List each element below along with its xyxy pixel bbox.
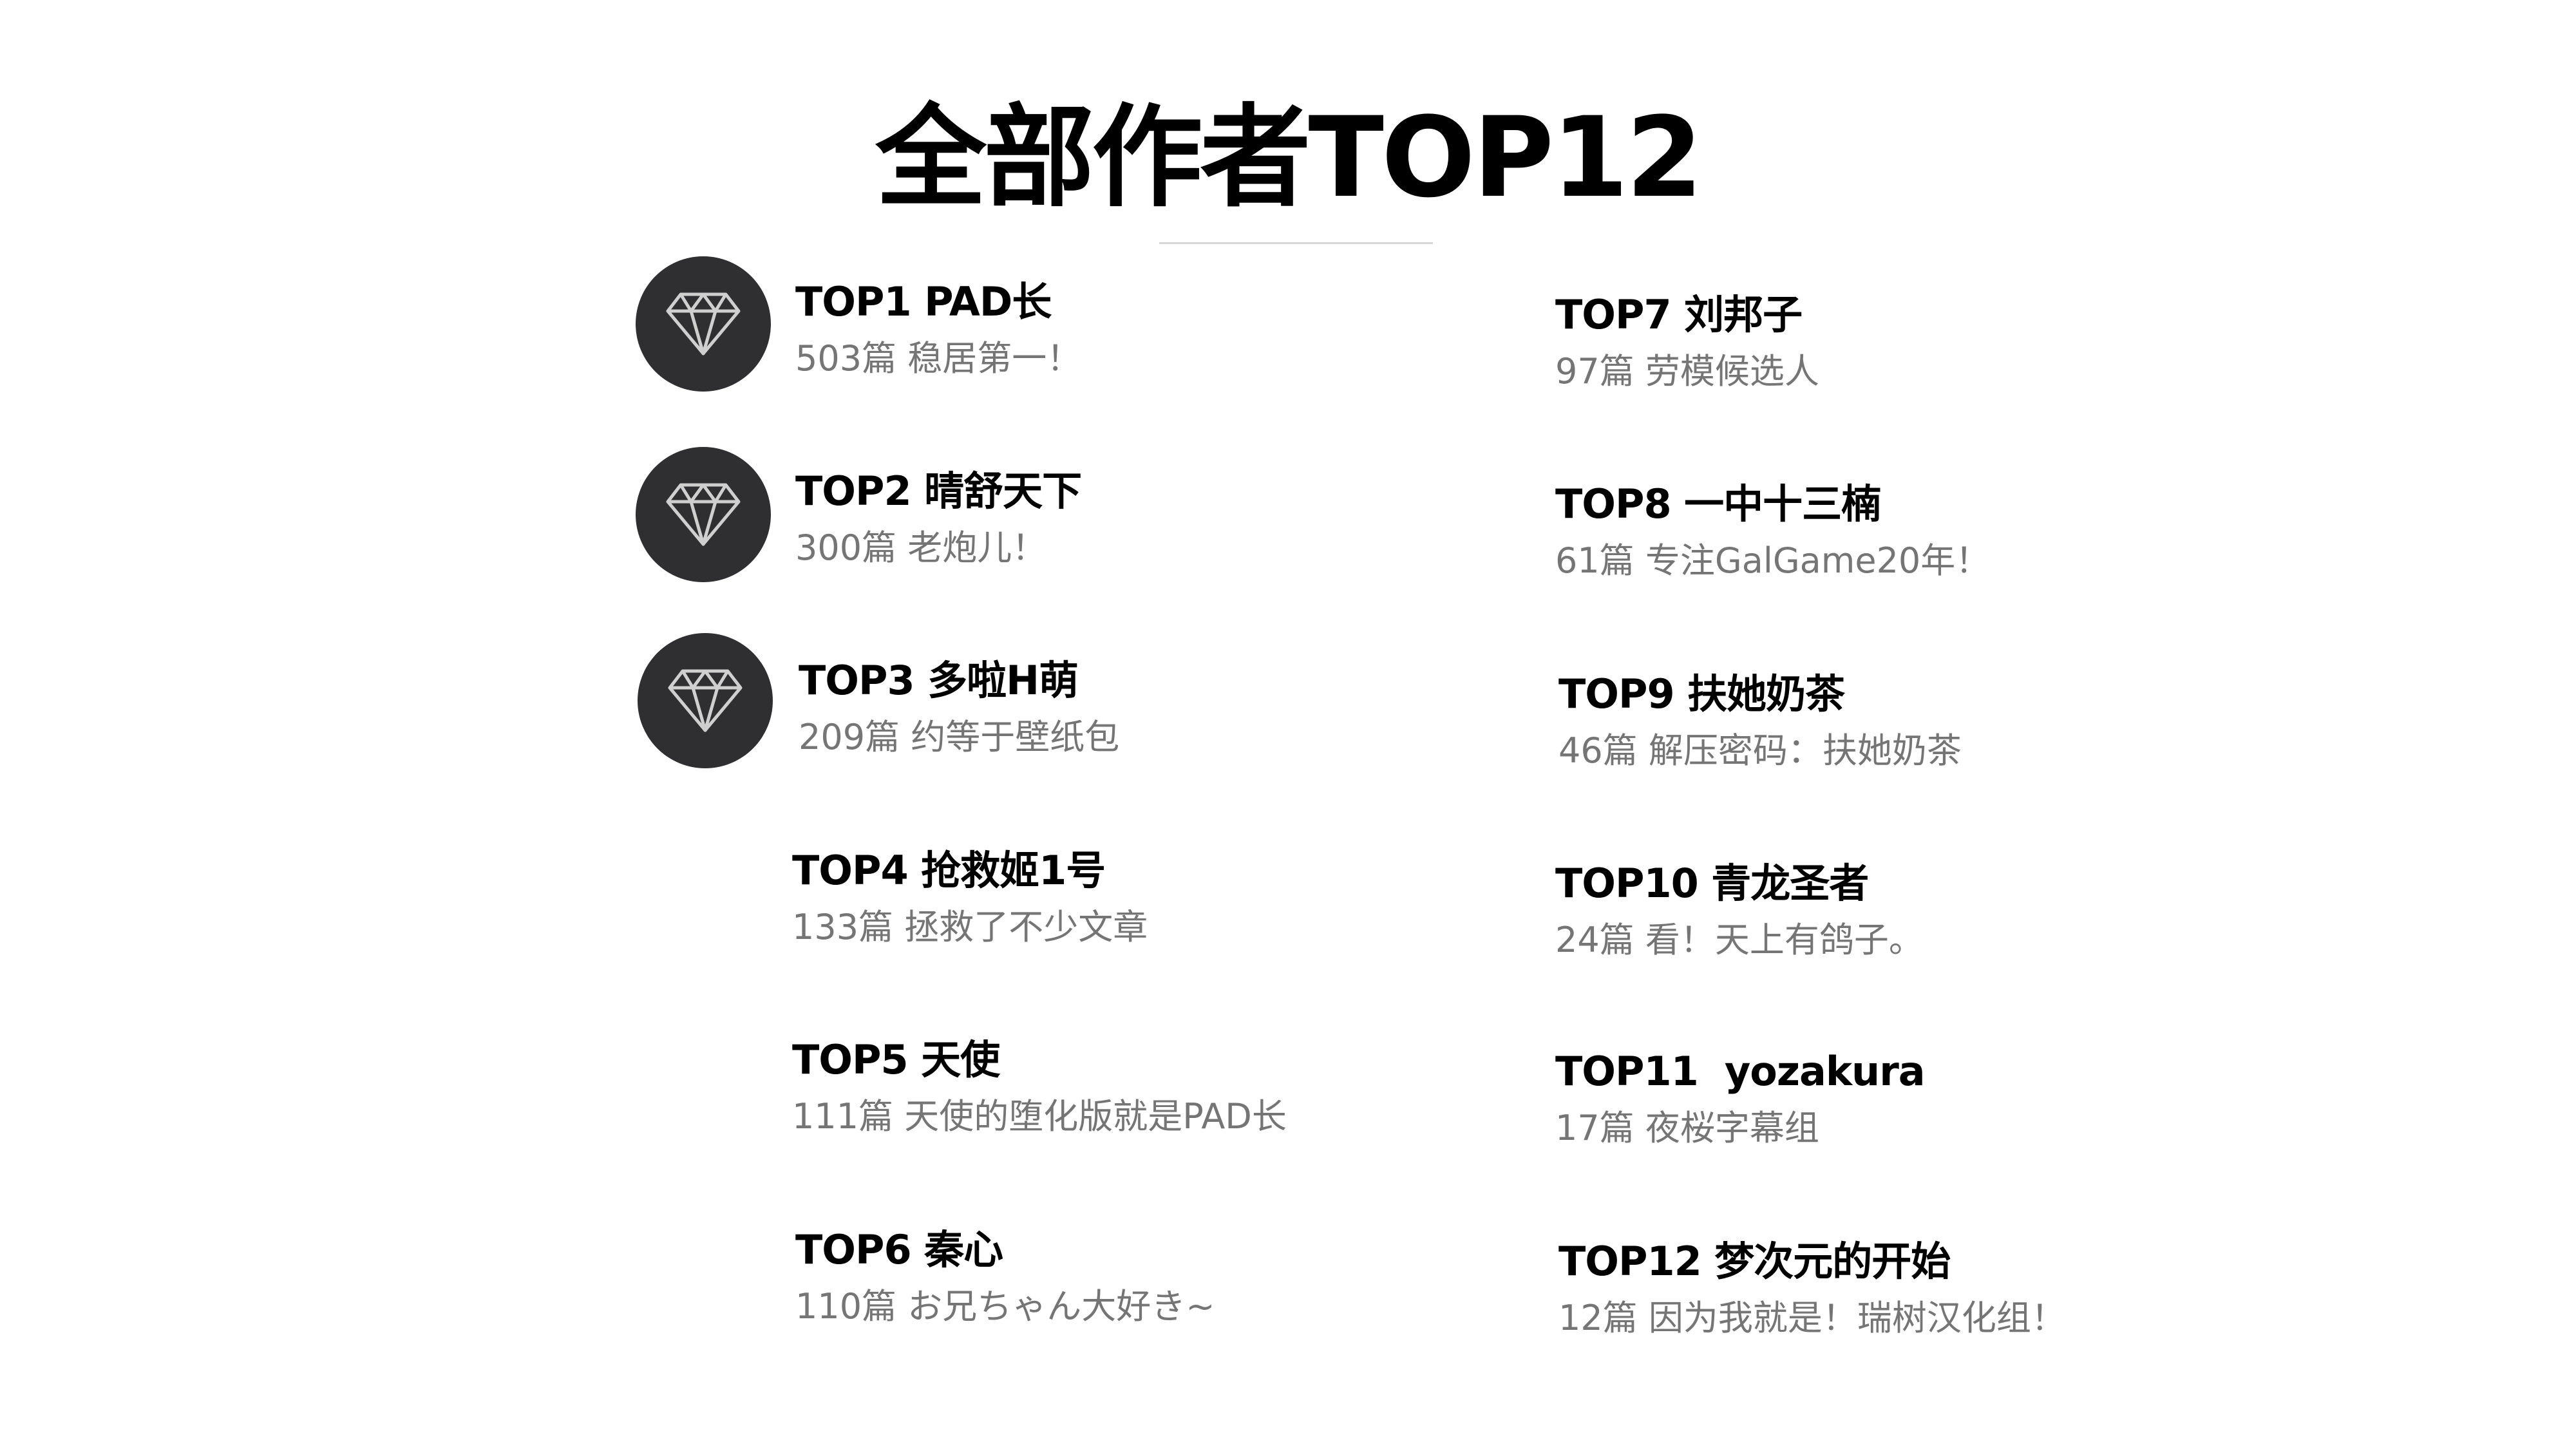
top2-diamond-badge — [636, 447, 771, 582]
author-desc: 24篇 看！天上有鸽子。 — [1555, 920, 1924, 960]
author-desc: 111篇 天使的堕化版就是PAD长 — [792, 1096, 1287, 1137]
author-desc: 46篇 解压密码：扶她奶茶 — [1558, 730, 1962, 771]
author-entry-top7: TOP7 刘邦子 97篇 劳模候选人 — [1555, 290, 1819, 397]
author-name: TOP11 yozakura — [1555, 1048, 1926, 1095]
author-entry-top9: TOP9 扶她奶茶 46篇 解压密码：扶她奶茶 — [1558, 669, 1962, 776]
author-entry-top11: TOP11 yozakura 17篇 夜桜字幕组 — [1555, 1046, 1926, 1153]
author-desc: 209篇 约等于壁纸包 — [799, 717, 1120, 757]
diamond-icon — [666, 292, 741, 355]
author-desc: 17篇 夜桜字幕组 — [1555, 1108, 1819, 1148]
author-name: TOP6 秦心 — [795, 1226, 1003, 1273]
top1-diamond-badge — [636, 256, 771, 392]
author-entry-top8: TOP8 一中十三楠 61篇 专注GalGame20年！ — [1555, 479, 1990, 586]
author-desc: 12篇 因为我就是！瑞树汉化组！ — [1558, 1298, 2066, 1338]
top3-diamond-badge — [638, 633, 773, 768]
author-entry-top3: TOP3 多啦H萌 209篇 约等于壁纸包 — [799, 656, 1119, 762]
author-entry-top12: TOP12 梦次元的开始 12篇 因为我就是！瑞树汉化组！ — [1558, 1236, 2066, 1343]
author-entry-top1: TOP1 PAD长 503篇 稳居第一！ — [795, 277, 1081, 384]
author-desc: 110篇 お兄ちゃん大好き~ — [795, 1286, 1215, 1327]
author-entry-top5: TOP5 天使 111篇 天使的堕化版就是PAD长 — [792, 1035, 1287, 1142]
author-name: TOP8 一中十三楠 — [1555, 480, 1881, 527]
title-divider — [1159, 242, 1433, 244]
author-name: TOP9 扶她奶茶 — [1558, 670, 1845, 717]
author-entry-top10: TOP10 青龙圣者 24篇 看！天上有鸽子。 — [1555, 858, 1924, 965]
author-desc: 300篇 老炮儿！ — [795, 527, 1047, 568]
author-name: TOP4 抢救姬1号 — [792, 847, 1106, 894]
diamond-icon — [666, 483, 741, 546]
author-desc: 61篇 专注GalGame20年！ — [1555, 540, 1991, 581]
author-entry-top2: TOP2 晴舒天下 300篇 老炮儿！ — [795, 466, 1082, 573]
author-name: TOP7 刘邦子 — [1555, 291, 1803, 338]
author-desc: 97篇 劳模候选人 — [1555, 351, 1819, 392]
author-name: TOP10 青龙圣者 — [1555, 860, 1869, 907]
author-desc: 503篇 稳居第一！ — [795, 338, 1082, 379]
author-entry-top6: TOP6 秦心 110篇 お兄ちゃん大好き~ — [795, 1225, 1215, 1332]
author-desc: 133篇 拯救了不少文章 — [792, 907, 1148, 947]
author-name: TOP1 PAD长 — [795, 278, 1052, 325]
author-name: TOP3 多啦H萌 — [799, 657, 1079, 704]
author-entry-top4: TOP4 抢救姬1号 133篇 拯救了不少文章 — [792, 846, 1148, 952]
page-title: 全部作者TOP12 — [875, 93, 1703, 222]
author-name: TOP5 天使 — [792, 1036, 1000, 1083]
diamond-icon — [668, 669, 743, 732]
author-name: TOP12 梦次元的开始 — [1558, 1238, 1951, 1285]
author-name: TOP2 晴舒天下 — [795, 468, 1082, 515]
